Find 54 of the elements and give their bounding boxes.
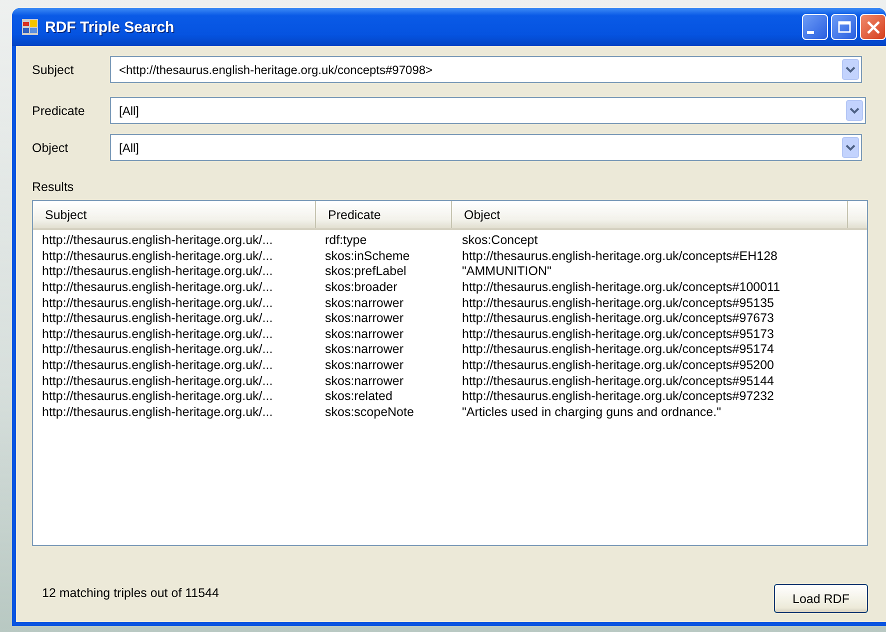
table-cell-text: skos:narrower — [324, 296, 404, 311]
table-cell-text: http://thesaurus.english-heritage.org.uk/... — [41, 326, 274, 342]
results-label: Results — [32, 180, 74, 194]
status-text: 12 matching triples out of 11544 — [41, 586, 219, 600]
field-label: Predicate — [32, 104, 86, 118]
table-cell-text: http://thesaurus.english-heritage.org.uk/concepts#97673 — [461, 311, 774, 326]
table-cell-text: http://thesaurus.english-heritage.org.uk/concepts#97232 — [461, 389, 774, 404]
minimize-button[interactable] — [802, 14, 828, 40]
dropdown-field[interactable]: [All] — [110, 134, 862, 161]
column-header[interactable]: Object — [452, 201, 848, 228]
table-cell-text: http://thesaurus.english-heritage.org.uk/concepts#95135 — [461, 296, 774, 311]
table-cell-text: skos:prefLabel — [324, 264, 408, 280]
table-cell-text: skos:related — [324, 389, 394, 404]
load-rdf-button[interactable]: Load RDF — [774, 584, 868, 613]
table-cell-text: "AMMUNITION" — [461, 264, 552, 280]
field-label: Subject — [32, 62, 75, 76]
table-cell-text: skos:narrower — [324, 326, 404, 342]
table-cell-text: skos:narrower — [324, 358, 404, 374]
table-cell-text: http://thesaurus.english-heritage.org.uk/concepts#95173 — [461, 326, 774, 342]
table-cell-text: "Articles used in charging guns and ordnance." — [461, 404, 722, 420]
table-cell-text: http://thesaurus.english-heritage.org.uk/concepts#100011 — [461, 280, 780, 296]
table-cell-text: http://thesaurus.english-heritage.org.uk/... — [41, 389, 274, 404]
table-cell-text: skos:Concept — [461, 233, 538, 248]
table-cell-text: http://thesaurus.english-heritage.org.uk/... — [41, 296, 274, 311]
table-cell-text: http://thesaurus.english-heritage.org.uk/concepts#95200 — [461, 358, 774, 374]
table-cell-text: http://thesaurus.english-heritage.org.uk/... — [41, 342, 274, 358]
dropdown-field[interactable]: [All] — [110, 97, 866, 124]
table-cell-text: http://thesaurus.english-heritage.org.uk/concepts#95144 — [461, 374, 774, 389]
table-cell-text: http://thesaurus.english-heritage.org.uk/... — [41, 264, 274, 280]
table-cell-text: skos:narrower — [324, 374, 404, 389]
table-cell-text: http://thesaurus.english-heritage.org.uk/... — [41, 248, 274, 264]
column-header[interactable]: Subject — [33, 201, 316, 228]
minimize-icon — [807, 30, 814, 34]
table-cell-text: skos:scopeNote — [324, 404, 415, 420]
table-cell-text: http://thesaurus.english-heritage.org.uk/... — [41, 311, 274, 326]
column-header[interactable]: Predicate — [316, 201, 452, 228]
dropdown-field[interactable]: <http://thesaurus.english-heritage.org.uk/concepts#97098> — [110, 56, 862, 83]
table-cell-text: skos:inScheme — [324, 248, 411, 264]
table-cell-text: skos:narrower — [324, 311, 404, 326]
app-icon — [21, 18, 39, 36]
field-label: Object — [32, 140, 70, 154]
window-title: RDF Triple Search — [45, 18, 176, 36]
table-cell-text: http://thesaurus.english-heritage.org.uk/... — [41, 233, 274, 248]
table-cell-text: skos:broader — [324, 280, 398, 296]
table-cell-text: http://thesaurus.english-heritage.org.uk/... — [41, 404, 274, 420]
table-cell-text: http://thesaurus.english-heritage.org.uk/concepts#95174 — [461, 342, 774, 358]
table-cell-text: http://thesaurus.english-heritage.org.uk/concepts#EH128 — [461, 248, 778, 264]
table-cell-text: http://thesaurus.english-heritage.org.uk/... — [41, 374, 274, 389]
maximize-button[interactable] — [831, 14, 857, 40]
table-cell-text: rdf:type — [324, 233, 368, 248]
table-cell-text: http://thesaurus.english-heritage.org.uk/... — [41, 280, 274, 296]
close-button[interactable] — [860, 14, 886, 40]
table-cell-text: skos:narrower — [324, 342, 404, 358]
table-cell-text: http://thesaurus.english-heritage.org.uk/... — [41, 358, 274, 374]
